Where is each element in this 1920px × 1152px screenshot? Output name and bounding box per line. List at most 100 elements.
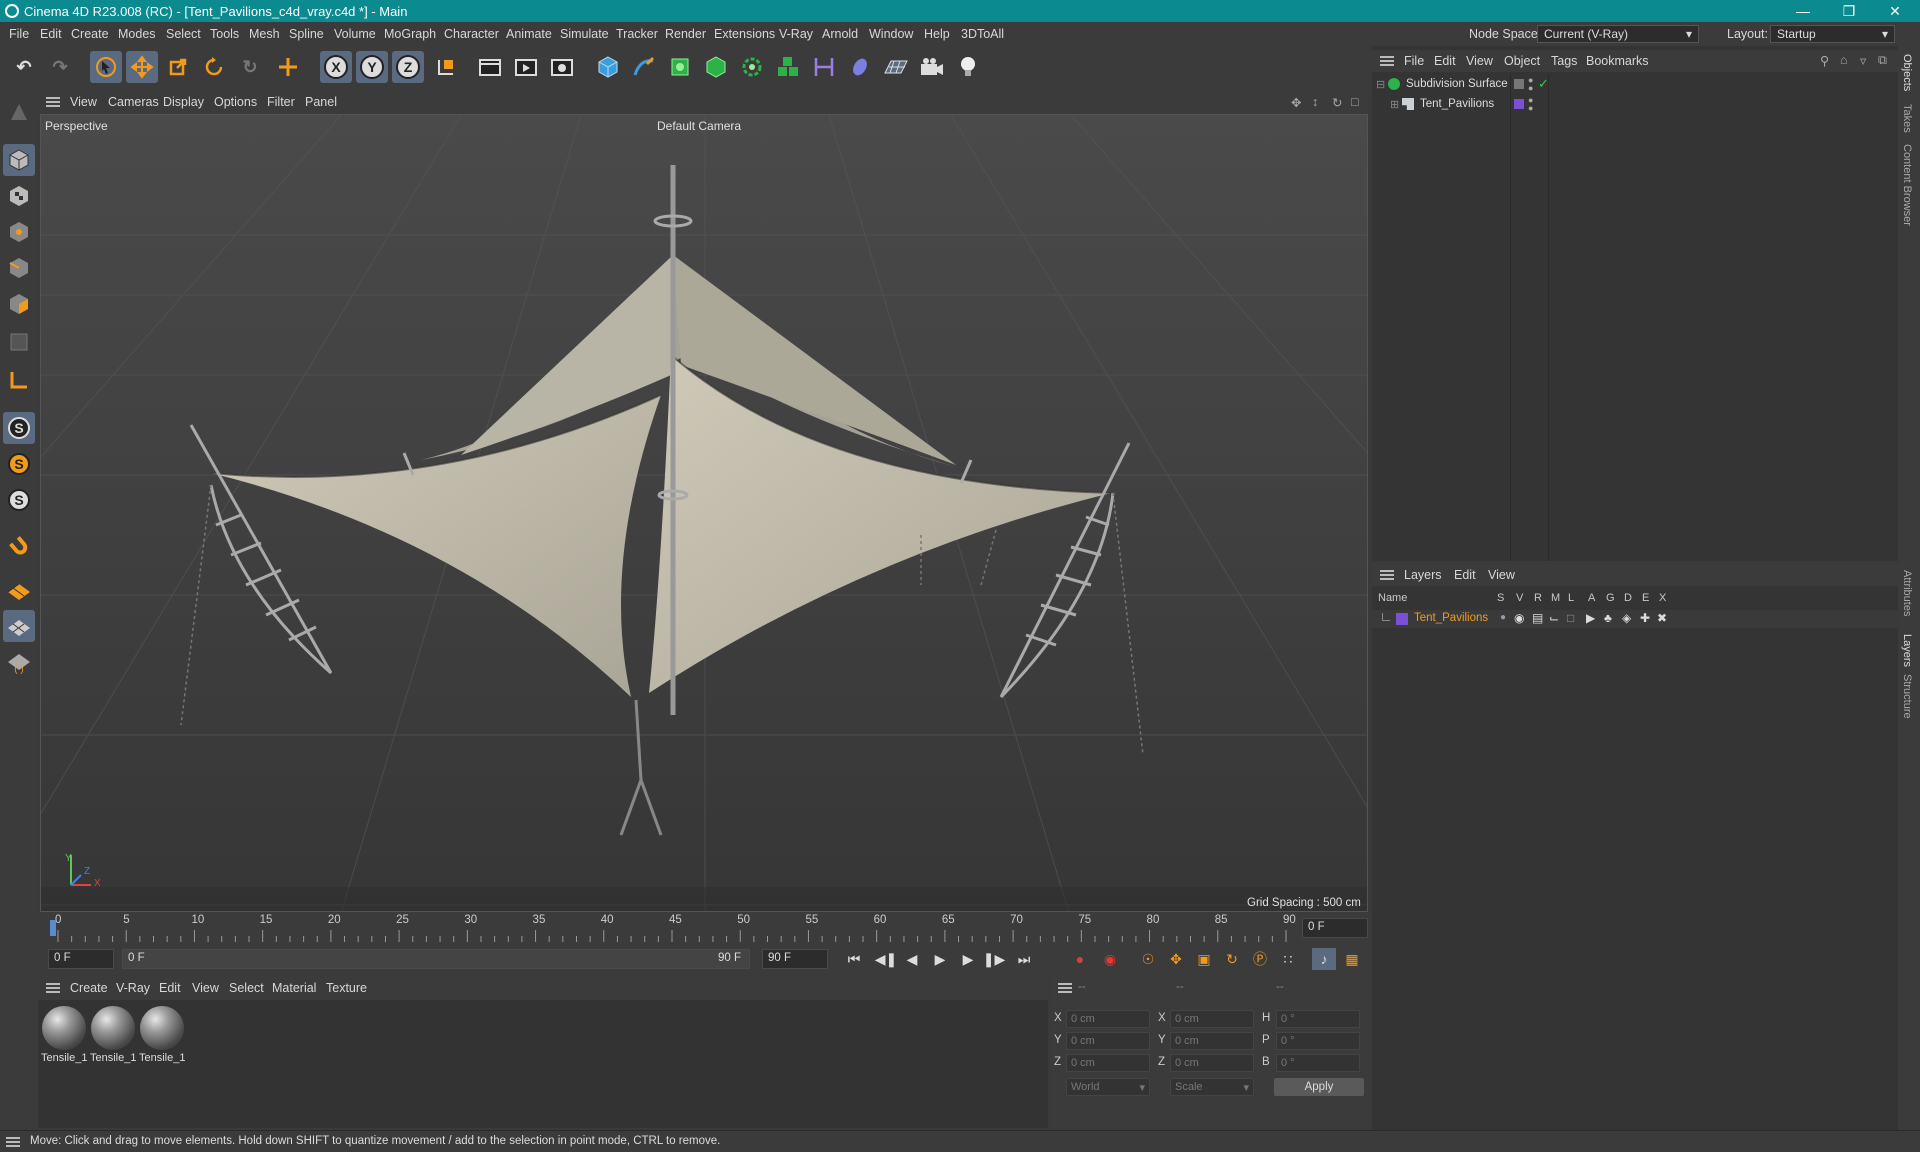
menu-simulate[interactable]: Simulate — [560, 27, 609, 41]
rotate-icon[interactable] — [198, 51, 230, 83]
material-menu-texture[interactable]: Texture — [326, 981, 367, 995]
layer-menu-edit[interactable]: Edit — [1454, 568, 1476, 582]
tab-structure[interactable]: Structure — [1901, 674, 1913, 719]
playhead[interactable] — [50, 920, 56, 936]
material-menu-material[interactable]: Material — [272, 981, 316, 995]
recent-tools-icon[interactable]: ↻ — [234, 51, 266, 83]
y-axis-lock-icon[interactable]: Y — [356, 51, 388, 83]
viewport-menu-cameras[interactable]: Cameras — [108, 95, 159, 109]
column-xref[interactable]: X — [1659, 592, 1666, 604]
menu-extensions[interactable]: Extensions — [714, 27, 775, 41]
light-icon[interactable] — [952, 51, 984, 83]
hamburger-icon[interactable] — [46, 97, 60, 107]
menu-animate[interactable]: Animate — [506, 27, 552, 41]
previous-key-icon[interactable]: ◀❚ — [874, 948, 898, 970]
node-space-dropdown[interactable]: Current (V-Ray) ▾ — [1537, 25, 1699, 43]
viewport-menu-options[interactable]: Options — [214, 95, 257, 109]
menu-vray[interactable]: V-Ray — [779, 27, 813, 41]
menu-mesh[interactable]: Mesh — [249, 27, 280, 41]
material-menu-vray[interactable]: V-Ray — [116, 981, 150, 995]
points-mode-icon[interactable] — [3, 216, 35, 248]
edges-mode-icon[interactable] — [3, 252, 35, 284]
rot-p-field[interactable]: 0 ° — [1276, 1032, 1360, 1050]
column-animation[interactable]: A — [1588, 592, 1595, 604]
snap-settings-icon[interactable]: S — [3, 448, 35, 480]
viewport-menu-display[interactable]: Display — [163, 95, 204, 109]
subdivision-surface-icon[interactable] — [664, 51, 696, 83]
autokey-icon[interactable]: ◉ — [1098, 948, 1122, 970]
column-solo[interactable]: S — [1497, 592, 1504, 604]
menu-help[interactable]: Help — [924, 27, 950, 41]
material-menu-edit[interactable]: Edit — [159, 981, 181, 995]
search-icon[interactable]: ⚲ — [1820, 53, 1829, 68]
scale-dropdown[interactable]: Scale ▾ — [1170, 1078, 1254, 1096]
timeline-window-icon[interactable]: ▦ — [1340, 948, 1364, 970]
hamburger-icon[interactable] — [1058, 983, 1072, 993]
workplane-icon[interactable] — [3, 574, 35, 606]
layout-dropdown[interactable]: Startup ▾ — [1770, 25, 1895, 43]
size-z-field[interactable]: 0 cm — [1170, 1054, 1254, 1072]
layer-tag-icon[interactable] — [1514, 79, 1524, 89]
object-menu-edit[interactable]: Edit — [1434, 54, 1456, 68]
go-to-end-icon[interactable]: ⏭ — [1012, 948, 1036, 970]
new-window-icon[interactable]: ⧉ — [1878, 53, 1887, 68]
layer-menu-view[interactable]: View — [1488, 568, 1515, 582]
object-menu-object[interactable]: Object — [1504, 54, 1540, 68]
visibility-dots-icon[interactable]: ● ● — [1528, 76, 1533, 93]
tab-layers[interactable]: Layers — [1901, 634, 1913, 667]
size-x-field[interactable]: 0 cm — [1170, 1010, 1254, 1028]
viewport-rotate-icon[interactable]: ↻ — [1332, 95, 1342, 110]
start-frame-field[interactable]: 0 F — [48, 949, 114, 969]
timeline-ruler[interactable]: 0 5 10 15 20 25 30 35 40 45 50 55 60 65 70 75 80 85 90 0 F — [38, 912, 1370, 944]
deformer-icon[interactable] — [808, 51, 840, 83]
motion-system-icon[interactable]: ♪ — [1312, 948, 1336, 970]
tree-item-tent-pavilions[interactable]: ⊞ Tent_Pavilions ● ● — [1372, 96, 1898, 114]
material-menu-create[interactable]: Create — [70, 981, 108, 995]
hamburger-icon[interactable] — [46, 983, 60, 993]
coordinate-system-icon[interactable] — [430, 51, 462, 83]
tab-takes[interactable]: Takes — [1901, 104, 1913, 133]
hamburger-icon[interactable] — [6, 1137, 20, 1147]
pos-z-field[interactable]: 0 cm — [1066, 1054, 1150, 1072]
x-axis-lock-icon[interactable]: X — [320, 51, 352, 83]
object-menu-tags[interactable]: Tags — [1551, 54, 1577, 68]
column-generators[interactable]: G — [1606, 592, 1615, 604]
key-selection-icon[interactable]: ☉ — [1136, 948, 1160, 970]
field-icon[interactable] — [844, 51, 876, 83]
column-expressions[interactable]: E — [1642, 592, 1649, 604]
tab-objects[interactable]: Objects — [1901, 54, 1913, 91]
material-menu-view[interactable]: View — [192, 981, 219, 995]
snap-icon[interactable]: S — [3, 412, 35, 444]
menu-arnold[interactable]: Arnold — [822, 27, 858, 41]
workplane-snap-icon[interactable]: S — [3, 484, 35, 516]
filter-icon[interactable]: ▿ — [1860, 53, 1866, 68]
model-mode-icon[interactable] — [3, 144, 35, 176]
close-button[interactable]: ✕ — [1872, 0, 1918, 22]
manager-icon[interactable]: ⌙ — [1549, 611, 1559, 625]
enabled-check-icon[interactable]: ✓ — [1538, 76, 1549, 92]
3d-viewport[interactable]: Perspective Default Camera Grid Spacing … — [40, 114, 1368, 912]
redo-icon[interactable]: ↷ — [44, 51, 76, 83]
add-icon[interactable] — [272, 51, 304, 83]
viewport-pan-icon[interactable]: ↕ — [1312, 95, 1318, 109]
key-pla-icon[interactable]: ∷ — [1276, 948, 1300, 970]
key-scale-icon[interactable]: ▣ — [1192, 948, 1216, 970]
end-frame-field[interactable]: 90 F — [762, 949, 828, 969]
menu-edit[interactable]: Edit — [40, 27, 62, 41]
menu-3dtoall[interactable]: 3DToAll — [961, 27, 1004, 41]
menu-tools[interactable]: Tools — [210, 27, 239, 41]
menu-file[interactable]: File — [9, 27, 29, 41]
z-axis-lock-icon[interactable]: Z — [392, 51, 424, 83]
scale-icon[interactable] — [162, 51, 194, 83]
camera-icon[interactable] — [916, 51, 948, 83]
render-clapper-icon[interactable]: ▤ — [1532, 611, 1543, 625]
home-icon[interactable]: ⌂ — [1840, 53, 1848, 67]
layer-color-swatch[interactable] — [1396, 613, 1408, 625]
go-to-start-icon[interactable]: ⏮ — [842, 948, 866, 970]
viewport-move-icon[interactable]: ✥ — [1291, 95, 1301, 110]
layer-name[interactable]: Tent_Pavilions — [1414, 612, 1488, 624]
move-icon[interactable] — [126, 51, 158, 83]
previous-frame-icon[interactable]: ◀ — [900, 948, 924, 970]
axis-mode-icon[interactable] — [3, 364, 35, 396]
material-swatch[interactable]: Tensile_1 — [139, 1006, 185, 1064]
